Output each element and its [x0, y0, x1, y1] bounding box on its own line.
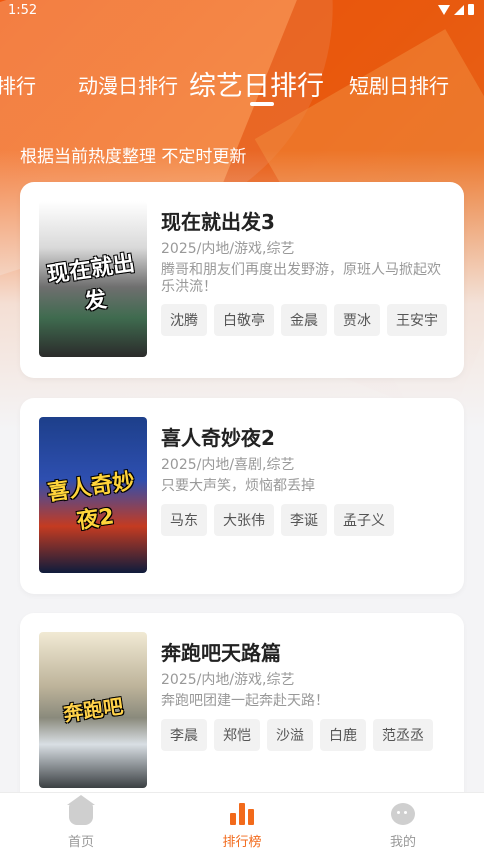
cast-chip[interactable]: 郑恺 [214, 719, 260, 751]
cast-chip[interactable]: 沙溢 [267, 719, 313, 751]
tab-variety-daily[interactable]: 综艺日排行 [189, 64, 324, 103]
cast-chip[interactable]: 贾冰 [334, 304, 380, 336]
show-meta: 2025/内地/游戏,综艺 [161, 241, 295, 257]
show-title[interactable]: 现在就出发3 [161, 206, 275, 235]
cast-chip[interactable]: 沈腾 [161, 304, 207, 336]
nav-ranking[interactable]: 排行榜 [202, 803, 282, 850]
nav-profile[interactable]: 我的 [363, 803, 443, 850]
poster-title: 现在就出发 [45, 251, 137, 316]
show-meta: 2025/内地/游戏,综艺 [161, 672, 295, 688]
show-poster[interactable]: 喜人奇妙夜2 [39, 417, 147, 573]
status-bar: 1:52 [0, 0, 484, 22]
nav-profile-label: 我的 [389, 835, 416, 850]
bottom-navigation: 首页 排行榜 我的 [0, 792, 484, 861]
wifi-icon [438, 4, 450, 15]
show-card[interactable]: 现在就出发 现在就出发3 2025/内地/游戏,综艺 腾哥和朋友们再度出发野游，… [20, 182, 464, 378]
cast-list: 马东 大张伟 李诞 孟子义 [161, 504, 394, 536]
show-title[interactable]: 喜人奇妙夜2 [161, 422, 275, 451]
rank-icon [230, 803, 254, 825]
tab-ranking[interactable]: 排行 [0, 70, 36, 99]
cast-chip[interactable]: 马东 [161, 504, 207, 536]
show-poster[interactable]: 奔跑吧 [39, 632, 147, 788]
cast-chip[interactable]: 金晨 [281, 304, 327, 336]
show-card[interactable]: 奔跑吧 奔跑吧天路篇 2025/内地/游戏,综艺 奔跑吧团建一起奔赴天路！ 李晨… [20, 613, 464, 809]
home-icon [67, 795, 95, 825]
show-poster[interactable]: 现在就出发 [39, 201, 147, 357]
cast-chip[interactable]: 白敬亭 [214, 304, 274, 336]
cast-chip[interactable]: 李晨 [161, 719, 207, 751]
show-card[interactable]: 喜人奇妙夜2 喜人奇妙夜2 2025/内地/喜剧,综艺 只要大声笑，烦恼都丢掉 … [20, 398, 464, 594]
cast-chip[interactable]: 大张伟 [214, 504, 274, 536]
profile-icon [391, 803, 415, 825]
show-description: 奔跑吧团建一起奔赴天路！ [161, 693, 329, 709]
poster-title: 奔跑吧 [61, 693, 125, 727]
cast-chip[interactable]: 王安宇 [387, 304, 447, 336]
nav-home-label: 首页 [67, 835, 94, 850]
poster-title: 喜人奇妙夜2 [45, 469, 137, 535]
show-description: 只要大声笑，烦恼都丢掉 [161, 478, 315, 494]
cast-list: 沈腾 白敬亭 金晨 贾冰 王安宇 [161, 304, 447, 336]
cast-chip[interactable]: 孟子义 [334, 504, 394, 536]
nav-home[interactable]: 首页 [41, 795, 121, 850]
tab-anime-daily[interactable]: 动漫日排行 [78, 70, 178, 99]
show-meta: 2025/内地/喜剧,综艺 [161, 457, 295, 473]
cast-chip[interactable]: 白鹿 [320, 719, 366, 751]
battery-icon [468, 4, 474, 15]
active-tab-indicator [250, 102, 274, 106]
nav-ranking-label: 排行榜 [222, 835, 262, 850]
status-time: 1:52 [8, 3, 38, 18]
tab-short-drama-daily[interactable]: 短剧日排行 [349, 70, 449, 99]
signal-icon [454, 4, 464, 15]
subtitle: 根据当前热度整理 不定时更新 [20, 147, 247, 167]
show-title[interactable]: 奔跑吧天路篇 [161, 637, 281, 666]
cast-chip[interactable]: 李诞 [281, 504, 327, 536]
cast-list: 李晨 郑恺 沙溢 白鹿 范丞丞 [161, 719, 433, 751]
ranking-tabs: 排行 动漫日排行 综艺日排行 短剧日排行 [0, 62, 484, 106]
show-description: 腾哥和朋友们再度出发野游，原班人马掀起欢乐洪流！ [161, 262, 441, 295]
cast-chip[interactable]: 范丞丞 [373, 719, 433, 751]
